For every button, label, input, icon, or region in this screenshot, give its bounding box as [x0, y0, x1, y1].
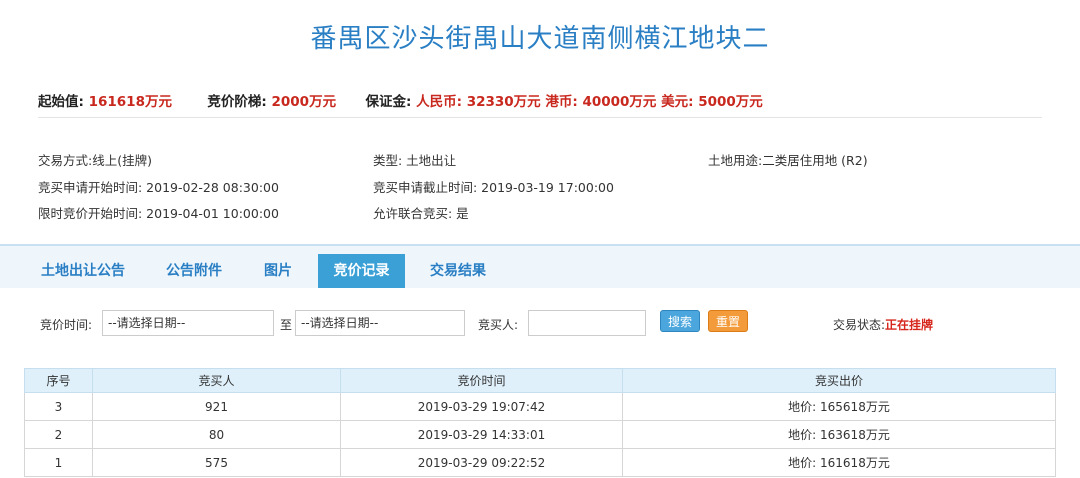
cell-bid-price: 地价: 163618万元: [622, 420, 1056, 449]
tab-attachments[interactable]: 公告附件: [154, 254, 234, 288]
table-row: 3 921 2019-03-29 19:07:42 地价: 165618万元: [24, 392, 1056, 421]
bid-step-value: 2000万元: [271, 94, 337, 110]
col-header-buyer: 竞买人: [92, 368, 341, 393]
cell-no: 2: [24, 420, 93, 449]
cell-bid-time: 2019-03-29 14:33:01: [340, 420, 623, 449]
bid-step-label: 竞价阶梯:: [207, 94, 267, 110]
cell-buyer: 80: [92, 420, 341, 449]
tab-trade-result[interactable]: 交易结果: [416, 254, 500, 288]
cell-no: 3: [24, 392, 93, 421]
date-to-input[interactable]: --请选择日期--: [295, 310, 465, 336]
buyer-input[interactable]: [528, 310, 646, 336]
date-from-input[interactable]: --请选择日期--: [102, 310, 274, 336]
tab-section: 土地出让公告 公告附件 图片 竞价记录 交易结果 竞价时间: --请选择日期--…: [0, 244, 1080, 478]
col-header-no: 序号: [24, 368, 93, 393]
deposit-label: 保证金:: [365, 94, 412, 110]
cell-no: 1: [24, 448, 93, 477]
reset-button[interactable]: 重置: [708, 310, 748, 332]
tab-images[interactable]: 图片: [250, 254, 306, 288]
bid-time-label: 竞价时间:: [40, 318, 93, 332]
trade-status-label: 交易状态:: [833, 318, 886, 332]
apply-start-time: 竞买申请开始时间: 2019-02-28 08:30:00: [38, 180, 279, 195]
land-type: 类型: 土地出让: [373, 153, 457, 168]
cell-bid-time: 2019-03-29 19:07:42: [340, 392, 623, 421]
deposit-value: 人民币: 32330万元 港币: 40000万元 美元: 5000万元: [416, 94, 763, 110]
bid-start-time: 限时竞价开始时间: 2019-04-01 10:00:00: [38, 206, 279, 221]
cell-bid-price: 地价: 161618万元: [622, 448, 1056, 477]
joint-bid: 允许联合竞买: 是: [373, 206, 469, 221]
table-row: 2 80 2019-03-29 14:33:01 地价: 163618万元: [24, 420, 1056, 449]
cell-buyer: 921: [92, 392, 341, 421]
table-header-row: 序号 竞买人 竞价时间 竞买出价: [24, 368, 1056, 393]
price-summary: 起始值: 161618万元 竞价阶梯: 2000万元 保证金: 人民币: 323…: [38, 90, 763, 110]
bid-records-table: 序号 竞买人 竞价时间 竞买出价 3 921 2019-03-29 19:07:…: [24, 368, 1056, 477]
search-button[interactable]: 搜索: [660, 310, 700, 332]
buyer-label: 竞买人:: [478, 318, 519, 332]
tab-bid-records[interactable]: 竞价记录: [318, 254, 405, 288]
divider: [38, 117, 1042, 118]
start-price-label: 起始值:: [38, 94, 84, 110]
cell-bid-time: 2019-03-29 09:22:52: [340, 448, 623, 477]
trade-method: 交易方式:线上(挂牌): [38, 153, 152, 168]
tab-land-notice[interactable]: 土地出让公告: [24, 254, 142, 288]
cell-buyer: 575: [92, 448, 341, 477]
cell-bid-price: 地价: 165618万元: [622, 392, 1056, 421]
table-row: 1 575 2019-03-29 09:22:52 地价: 161618万元: [24, 448, 1056, 477]
date-to-label: 至: [280, 318, 293, 332]
trade-status-value: 正在挂牌: [885, 318, 934, 332]
page-title: 番禺区沙头街禺山大道南侧横江地块二: [310, 24, 770, 54]
land-use: 土地用途:二类居住用地 (R2): [708, 153, 868, 168]
col-header-bid-time: 竞价时间: [340, 368, 623, 393]
start-price-value: 161618万元: [88, 94, 172, 110]
apply-end-time: 竞买申请截止时间: 2019-03-19 17:00:00: [373, 180, 614, 195]
trade-status: 交易状态:正在挂牌: [833, 316, 933, 333]
col-header-bid-price: 竞买出价: [622, 368, 1056, 393]
